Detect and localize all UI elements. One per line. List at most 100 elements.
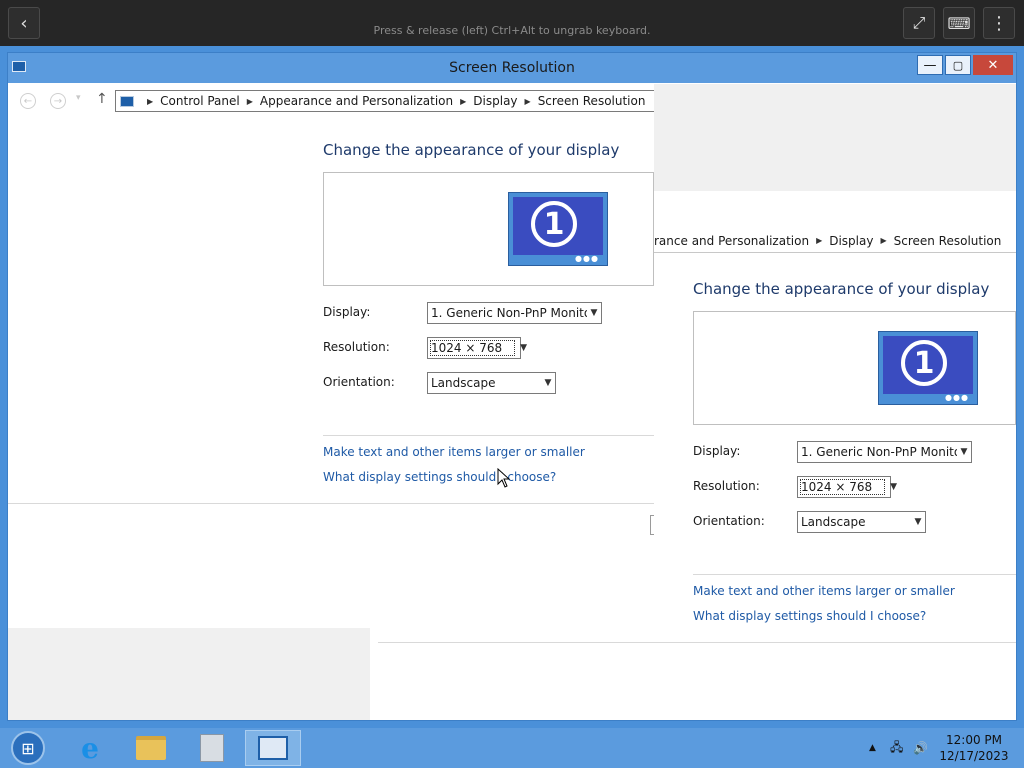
menu-button[interactable]: ⋮ [983, 7, 1015, 39]
expand-icon: ⤢ [912, 13, 926, 32]
taskbar-internet-explorer[interactable]: e [62, 730, 118, 766]
breadcrumb-separator-icon: ▶ [816, 236, 823, 245]
keyboard-button[interactable]: ⌨ [943, 7, 975, 39]
arrow-up-icon: ↑ [96, 91, 108, 107]
window-title: Screen Resolution [449, 60, 575, 76]
taskbar: ⊞ e ▲ 🖧 🔊 12:00 PM 12/17/2023 [0, 728, 1024, 768]
chevron-down-icon: ▼ [960, 447, 968, 457]
monitor-1-icon[interactable]: 1 ●●● [878, 331, 978, 405]
maximize-icon: ▢ [952, 58, 964, 72]
control-panel-icon [258, 736, 288, 760]
clock-date: 12/17/2023 [939, 749, 1009, 763]
minimize-icon: — [923, 57, 937, 73]
maximize-button[interactable]: ▢ [945, 55, 971, 75]
divider [378, 642, 1016, 643]
nav-forward-button[interactable]: → [50, 93, 66, 109]
server-icon [200, 734, 224, 762]
tray-overflow-button[interactable]: ▲ [869, 728, 876, 768]
page-heading: Change the appearance of your display [323, 141, 620, 159]
address-bar[interactable]: ▶ Control Panel ▶ Appearance and Persona… [115, 90, 655, 112]
breadcrumb-control-panel[interactable]: Control Panel [160, 94, 240, 108]
chevron-down-icon: ▼ [890, 482, 898, 492]
breadcrumb-appearance: rance and Personalization [654, 233, 810, 248]
monitor-number: 1 [531, 201, 577, 247]
display-select-value: 1. Generic Non-PnP Monitor [801, 445, 957, 459]
resolution-select[interactable]: 1024 × 768 ▼ [427, 337, 527, 359]
orientation-label: Orientation: [693, 514, 765, 528]
display-help-link[interactable]: What display settings should I choose? [693, 609, 926, 623]
network-icon: 🖧 [890, 739, 904, 754]
chevron-down-icon: ▼ [544, 378, 552, 388]
chevron-down-icon: ▼ [914, 517, 922, 527]
chevron-up-icon: ▲ [869, 743, 876, 753]
text-size-link[interactable]: Make text and other items larger or smal… [323, 445, 585, 459]
orientation-select[interactable]: Landscape ▼ [797, 511, 926, 533]
breadcrumb-screen-resolution[interactable]: Screen Resolution [538, 94, 646, 108]
display-select-value: 1. Generic Non-PnP Monitor [431, 306, 587, 320]
nav-back-button[interactable]: ← [20, 93, 36, 109]
keyboard-grab-hint: Press & release (left) Ctrl+Alt to ungra… [373, 24, 651, 37]
breadcrumb-screen-resolution: Screen Resolution [893, 233, 1002, 248]
orientation-select[interactable]: Landscape ▼ [427, 372, 556, 394]
divider [8, 503, 654, 504]
taskbar-control-panel[interactable] [245, 730, 301, 766]
redraw-artifact [8, 628, 370, 720]
taskbar-file-explorer[interactable] [123, 730, 179, 766]
display-select[interactable]: 1. Generic Non-PnP Monitor ▼ [797, 441, 972, 463]
minimize-button[interactable]: — [917, 55, 943, 75]
resolution-select-value: 1024 × 768 [799, 479, 886, 495]
breadcrumb-separator-icon: ▶ [524, 96, 531, 106]
folder-icon [136, 736, 166, 760]
up-button[interactable]: ↑ [96, 91, 108, 107]
breadcrumb-separator-icon: ▶ [246, 96, 253, 106]
breadcrumb-appearance[interactable]: Appearance and Personalization [260, 94, 453, 108]
system-clock[interactable]: 12:00 PM 12/17/2023 [934, 732, 1014, 764]
recent-locations-button[interactable]: ▾ [76, 93, 81, 103]
monitor-dots: ●●● [575, 254, 599, 263]
resolution-label: Resolution: [693, 479, 760, 493]
display-help-link[interactable]: What display settings should I choose? [323, 470, 556, 484]
display-label: Display: [323, 305, 371, 319]
breadcrumb-separator-icon: ▶ [880, 236, 887, 245]
kebab-menu-icon: ⋮ [990, 12, 1008, 34]
redraw-artifact [654, 84, 1016, 191]
page-heading: Change the appearance of your display [693, 280, 990, 298]
network-status[interactable]: 🖧 [890, 728, 903, 768]
taskbar-server-manager[interactable] [184, 730, 240, 766]
text-size-link[interactable]: Make text and other items larger or smal… [693, 584, 955, 598]
arrow-right-icon: → [53, 95, 63, 107]
breadcrumb-display[interactable]: Display [473, 94, 517, 108]
close-button[interactable]: ✕ [973, 55, 1013, 75]
resolution-select-value: 1024 × 768 [429, 340, 516, 356]
control-panel-icon [120, 95, 134, 107]
speaker-icon: 🔊 [913, 741, 928, 755]
internet-explorer-icon: e [81, 731, 99, 765]
start-button[interactable]: ⊞ [0, 730, 56, 766]
volume-control[interactable]: 🔊 [913, 728, 928, 768]
chevron-down-icon: ▾ [76, 93, 81, 103]
close-icon: ✕ [987, 57, 999, 73]
ghost-address-bar: rance and Personalization ▶ Display ▶ Sc… [654, 229, 1016, 253]
monitor-1-icon[interactable]: 1 ●●● [508, 192, 608, 266]
breadcrumb-separator-icon: ▶ [147, 96, 154, 106]
monitor-number: 1 [901, 340, 947, 386]
divider [323, 435, 654, 436]
chevron-down-icon: ▼ [590, 308, 598, 318]
resolution-select[interactable]: 1024 × 768 ▼ [797, 476, 897, 498]
clock-time: 12:00 PM [946, 733, 1002, 747]
window-titlebar[interactable]: Screen Resolution — ▢ ✕ [8, 53, 1016, 83]
breadcrumb-display: Display [829, 233, 874, 248]
divider [693, 574, 1016, 575]
chevron-down-icon: ▼ [520, 343, 528, 353]
display-select[interactable]: 1. Generic Non-PnP Monitor ▼ [427, 302, 602, 324]
display-label: Display: [693, 444, 741, 458]
orientation-label: Orientation: [323, 375, 395, 389]
remote-viewer-toolbar: ‹ Press & release (left) Ctrl+Alt to ung… [0, 0, 1024, 46]
monitor-dots: ●●● [945, 393, 969, 402]
arrow-left-icon: ← [23, 95, 33, 107]
resolution-label: Resolution: [323, 340, 390, 354]
fullscreen-button[interactable]: ⤢ [903, 7, 935, 39]
windows-logo-icon: ⊞ [21, 738, 35, 758]
orientation-select-value: Landscape [801, 515, 866, 529]
orientation-select-value: Landscape [431, 376, 496, 390]
